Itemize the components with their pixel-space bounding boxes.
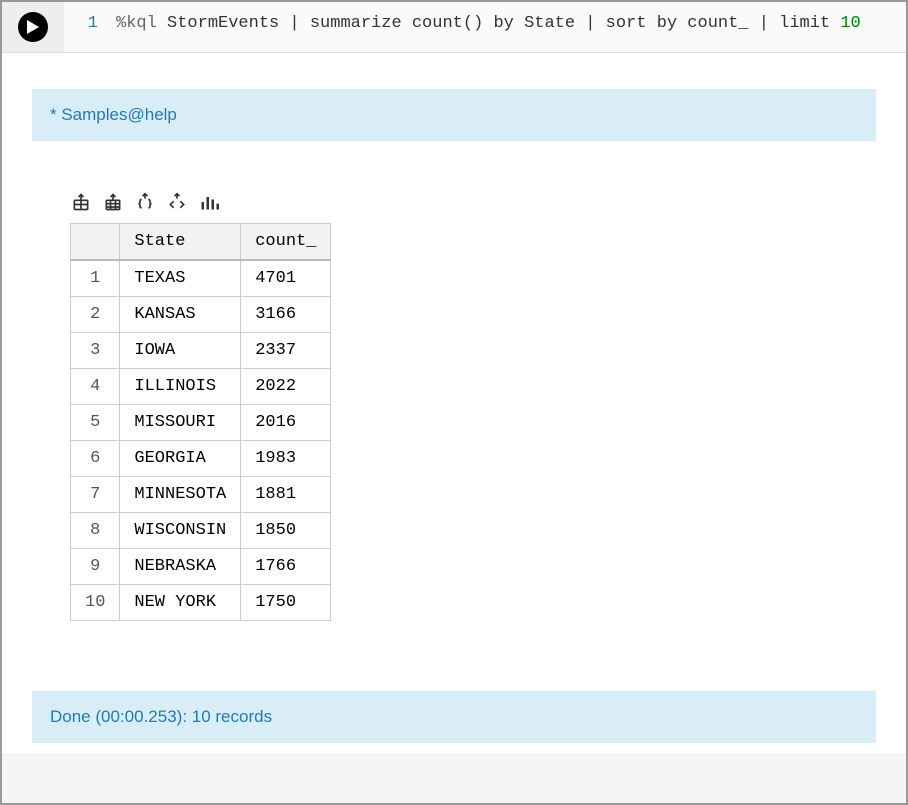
results-table: State count_ 1TEXAS47012KANSAS31663IOWA2… [70, 223, 331, 621]
row-index: 1 [71, 260, 120, 297]
table-header: State count_ [71, 224, 331, 261]
row-index: 3 [71, 333, 120, 369]
cell-count: 1766 [241, 549, 331, 585]
code-content: %kql StormEvents | summarize count() by … [116, 14, 861, 40]
cell-state: GEORGIA [120, 441, 241, 477]
cell-count: 4701 [241, 260, 331, 297]
table-row[interactable]: 2KANSAS3166 [71, 297, 331, 333]
row-index: 2 [71, 297, 120, 333]
row-index: 10 [71, 585, 120, 621]
cell-state: NEW YORK [120, 585, 241, 621]
line-number: 1 [72, 14, 116, 40]
table-row[interactable]: 5MISSOURI2016 [71, 405, 331, 441]
run-button[interactable] [18, 12, 48, 42]
code-cell: 1 %kql StormEvents | summarize count() b… [2, 2, 906, 53]
export-data-icon[interactable] [102, 191, 124, 213]
code-tags-icon[interactable] [166, 191, 188, 213]
table-row[interactable]: 3IOWA2337 [71, 333, 331, 369]
bar-chart-icon[interactable] [198, 191, 220, 213]
code-editor[interactable]: 1 %kql StormEvents | summarize count() b… [64, 2, 906, 52]
cell-count: 1850 [241, 513, 331, 549]
cell-count: 2337 [241, 333, 331, 369]
row-index: 8 [71, 513, 120, 549]
row-index: 4 [71, 369, 120, 405]
output-area: * Samples@help State count_ 1TEXAS47012K… [2, 53, 906, 753]
code-braces-icon[interactable] [134, 191, 156, 213]
cell-state: IOWA [120, 333, 241, 369]
cell-state: KANSAS [120, 297, 241, 333]
cell-count: 1881 [241, 477, 331, 513]
table-row[interactable]: 8WISCONSIN1850 [71, 513, 331, 549]
cell-state: WISCONSIN [120, 513, 241, 549]
column-header-count[interactable]: count_ [241, 224, 331, 261]
table-row[interactable]: 6GEORGIA1983 [71, 441, 331, 477]
connection-banner: * Samples@help [32, 89, 876, 141]
column-header-index[interactable] [71, 224, 120, 261]
status-banner: Done (00:00.253): 10 records [32, 691, 876, 743]
play-icon [27, 20, 39, 34]
table-row[interactable]: 9NEBRASKA1766 [71, 549, 331, 585]
cell-count: 2022 [241, 369, 331, 405]
row-index: 7 [71, 477, 120, 513]
cell-state: MINNESOTA [120, 477, 241, 513]
table-row[interactable]: 4ILLINOIS2022 [71, 369, 331, 405]
table-row[interactable]: 7MINNESOTA1881 [71, 477, 331, 513]
row-index: 9 [71, 549, 120, 585]
cell-state: NEBRASKA [120, 549, 241, 585]
export-table-icon[interactable] [70, 191, 92, 213]
cell-count: 2016 [241, 405, 331, 441]
column-header-state[interactable]: State [120, 224, 241, 261]
result-toolbar [70, 191, 876, 213]
table-body: 1TEXAS47012KANSAS31663IOWA23374ILLINOIS2… [71, 260, 331, 621]
cell-count: 1983 [241, 441, 331, 477]
cell-count: 1750 [241, 585, 331, 621]
row-index: 5 [71, 405, 120, 441]
cell-state: ILLINOIS [120, 369, 241, 405]
cell-state: TEXAS [120, 260, 241, 297]
table-row[interactable]: 10NEW YORK1750 [71, 585, 331, 621]
table-row[interactable]: 1TEXAS4701 [71, 260, 331, 297]
row-index: 6 [71, 441, 120, 477]
cell-gutter [2, 2, 64, 52]
cell-count: 3166 [241, 297, 331, 333]
cell-state: MISSOURI [120, 405, 241, 441]
